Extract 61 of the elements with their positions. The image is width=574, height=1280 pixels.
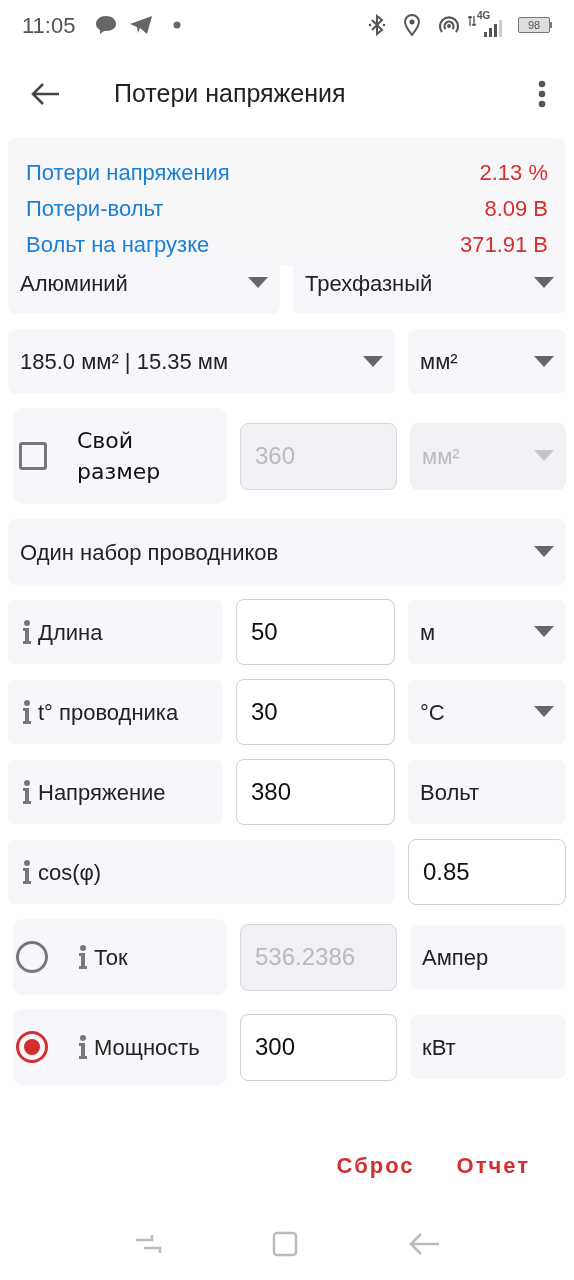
dropdown[interactable]: °C — [408, 680, 566, 744]
result-label: Потери-вольт — [26, 194, 164, 223]
result-value: 8.09 В — [484, 194, 548, 223]
field-label: cos(φ) — [38, 858, 102, 887]
input-field[interactable]: 380 — [236, 759, 395, 825]
unit-label: кВт — [410, 1015, 566, 1079]
unit-label: Вольт — [408, 760, 566, 824]
info-icon — [22, 620, 32, 644]
field-label: t° проводника — [38, 698, 179, 727]
info-icon — [22, 780, 32, 804]
field-label: Ток — [94, 943, 128, 972]
input-field[interactable]: 0.85 — [408, 839, 566, 905]
caret-icon — [534, 277, 554, 289]
caret-icon — [248, 277, 268, 289]
field-label: Мощность — [94, 1033, 200, 1062]
caret-icon — [534, 626, 554, 638]
status-time: 11:05 — [22, 11, 76, 40]
caret-icon — [534, 546, 554, 558]
caret-icon — [534, 355, 554, 368]
result-value: 371.91 В — [459, 230, 548, 259]
network-type: 4G — [477, 11, 491, 21]
dropdown[interactable]: 185.0 мм² | 15.35 мм — [8, 329, 395, 394]
caret-icon — [363, 355, 383, 368]
location-icon — [404, 14, 420, 36]
radio-button[interactable] — [16, 1031, 48, 1063]
caret-icon — [534, 706, 554, 718]
result-label: Потери напряжения — [26, 158, 230, 187]
dropdown[interactable]: Один набор проводников — [8, 519, 566, 585]
field-label: Длина — [38, 618, 103, 647]
action-button[interactable]: Отчет — [450, 1143, 536, 1188]
signal-icon — [484, 19, 502, 37]
chat-icon — [95, 15, 118, 35]
unit-label: Ампер — [410, 925, 566, 989]
data-arrows-icon — [468, 16, 476, 26]
info-icon — [22, 700, 32, 724]
result-label: Вольт на нагрузке — [26, 230, 210, 259]
screen-title: Потери напряжения — [114, 78, 346, 110]
caret-icon — [534, 450, 554, 462]
dropdown[interactable]: Алюминий — [8, 266, 280, 314]
hotspot-icon — [438, 15, 460, 35]
field-label: Напряжение — [38, 778, 166, 807]
back-icon — [30, 82, 60, 106]
action-button[interactable]: Сброс — [330, 1143, 421, 1188]
info-icon — [78, 945, 88, 969]
input-field[interactable]: 50 — [236, 599, 395, 665]
dropdown[interactable]: м — [408, 600, 566, 664]
checkbox-label: Свой размер — [77, 427, 162, 486]
battery-level: 98 — [527, 19, 541, 31]
checkbox[interactable] — [19, 442, 47, 470]
info-icon — [78, 1035, 88, 1059]
input-field[interactable]: 30 — [236, 679, 395, 745]
send-icon — [129, 15, 154, 35]
dropdown[interactable]: Трехфазный — [293, 266, 566, 314]
dot-icon — [173, 21, 182, 29]
radio-button[interactable] — [16, 941, 48, 973]
dropdown[interactable]: мм² — [408, 329, 566, 394]
more-options-icon[interactable] — [538, 80, 546, 108]
info-icon — [22, 860, 32, 884]
bluetooth-icon — [368, 14, 386, 36]
result-value: 2.13 % — [479, 158, 548, 187]
input-field[interactable]: 300 — [240, 1013, 397, 1081]
